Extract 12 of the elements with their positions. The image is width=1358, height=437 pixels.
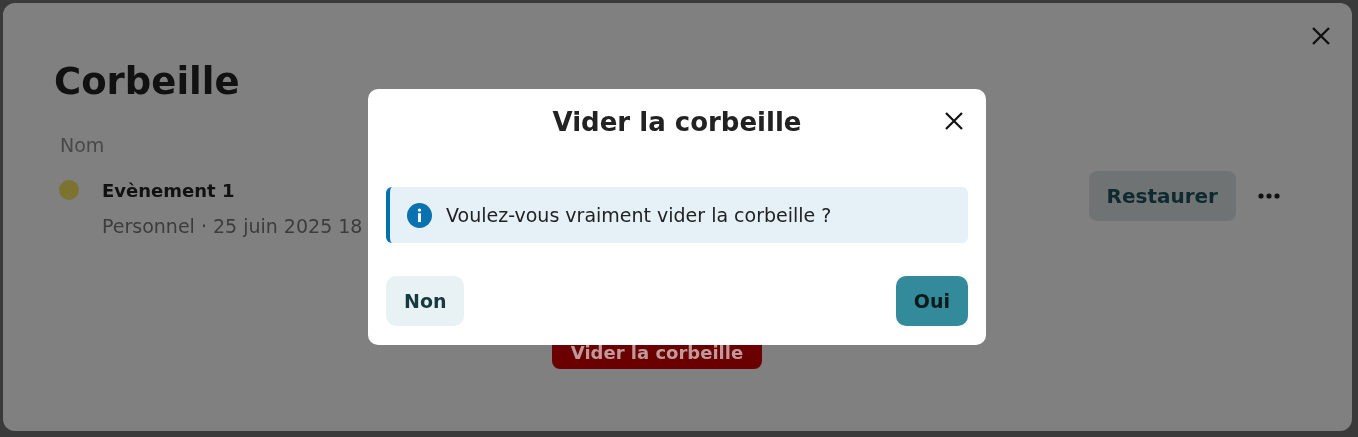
confirm-button[interactable]: Oui	[895, 276, 968, 326]
cancel-button[interactable]: Non	[386, 276, 465, 326]
restore-button[interactable]: Restaurer	[1088, 171, 1236, 221]
dialog-title: Vider la corbeille	[552, 105, 802, 139]
more-icon[interactable]	[1258, 192, 1280, 200]
info-icon	[407, 202, 432, 228]
close-icon[interactable]	[944, 111, 964, 131]
column-header: Nom	[60, 136, 106, 155]
item-name: Evènement 1	[102, 179, 236, 203]
page-title: Corbeille	[54, 63, 241, 100]
item-details: Personnel · 25 juin 2025 18	[102, 214, 363, 239]
alert-message: Voulez-vous vraiment vider la corbeille ?	[446, 202, 832, 228]
